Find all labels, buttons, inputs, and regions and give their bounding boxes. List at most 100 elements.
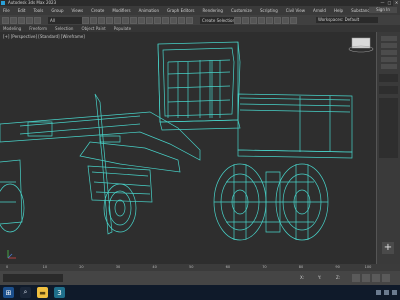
axis-tripod <box>7 250 16 259</box>
timeline-tick: 20 <box>79 265 84 269</box>
next-frame-button[interactable] <box>382 274 390 282</box>
menu-bar: File Edit Tools Group Views Create Modif… <box>0 6 400 15</box>
menu-tools[interactable]: Tools <box>33 8 43 13</box>
hierarchy-tab-icon[interactable] <box>381 50 397 55</box>
timeline-tick: 80 <box>298 265 304 269</box>
menu-arnold[interactable]: Arnold <box>313 8 326 13</box>
timeline-tick: 50 <box>189 265 194 269</box>
motion-tab-icon[interactable] <box>381 57 397 62</box>
object-name-field[interactable] <box>379 74 398 82</box>
window-crossing-icon[interactable] <box>106 16 113 24</box>
select-and-rotate-icon[interactable] <box>122 16 129 24</box>
menu-file[interactable]: File <box>3 8 10 13</box>
notifications-icon[interactable] <box>392 290 397 295</box>
menu-civil-view[interactable]: Civil View <box>286 8 305 13</box>
menu-group[interactable]: Group <box>51 8 63 13</box>
wireframe-grader-model <box>0 37 374 259</box>
modifier-list-dropdown[interactable] <box>379 86 398 94</box>
select-by-name-icon[interactable] <box>90 16 97 24</box>
auto-key-button[interactable] <box>352 274 360 282</box>
material-editor-icon[interactable] <box>266 16 273 24</box>
timeline-tick: 0 <box>6 265 9 269</box>
ribbon-tab-selection[interactable]: Selection <box>55 26 73 31</box>
pivot-center-icon[interactable] <box>154 16 161 24</box>
volume-icon[interactable] <box>384 290 389 295</box>
timeline-tick: 30 <box>115 265 121 269</box>
render-frame-icon[interactable] <box>282 16 289 24</box>
menu-rendering[interactable]: Rendering <box>203 8 223 13</box>
menu-help[interactable]: Help <box>334 8 343 13</box>
percent-snap-icon[interactable] <box>178 16 185 24</box>
snaps-toggle-icon[interactable] <box>162 16 169 24</box>
play-animation-button[interactable] <box>372 274 380 282</box>
3ds-max-app-icon[interactable]: 3 <box>54 287 65 298</box>
ribbon: Modeling Freeform Selection Object Paint… <box>0 25 400 32</box>
app-logo-icon <box>1 1 5 5</box>
main-toolbar: All Create Selection Set Workspaces: Def… <box>0 15 400 25</box>
ribbon-tab-freeform[interactable]: Freeform <box>29 26 47 31</box>
timeline-tick: 70 <box>262 265 267 269</box>
menu-create[interactable]: Create <box>91 8 104 13</box>
undo-icon[interactable] <box>2 16 9 24</box>
workspace-dropdown[interactable]: Workspaces: Default <box>316 17 378 23</box>
modifier-stack[interactable] <box>379 98 398 158</box>
track-bar[interactable]: 0 10 20 30 40 50 60 70 80 90 100 <box>0 264 400 271</box>
select-and-move-icon[interactable] <box>114 16 121 24</box>
file-explorer-icon[interactable]: ▬ <box>37 287 48 298</box>
redo-icon[interactable] <box>10 16 17 24</box>
select-and-scale-icon[interactable] <box>130 16 137 24</box>
command-panel: + <box>377 32 400 264</box>
layer-explorer-icon[interactable] <box>250 16 257 24</box>
menu-graph-editors[interactable]: Graph Editors <box>167 8 194 13</box>
system-tray <box>373 285 397 300</box>
selection-filter-dropdown[interactable]: All <box>48 16 82 24</box>
y-coordinate-label: Y: <box>318 275 322 280</box>
render-icon[interactable] <box>290 16 297 24</box>
render-setup-icon[interactable] <box>274 16 281 24</box>
z-coordinate-label: Z: <box>336 275 341 280</box>
timeline-tick: 10 <box>42 265 48 269</box>
menu-scripting[interactable]: Scripting <box>260 8 278 13</box>
menu-customize[interactable]: Customize <box>231 8 252 13</box>
align-icon[interactable] <box>242 16 249 24</box>
add-keyframe-plus-icon[interactable]: + <box>382 242 394 254</box>
create-tab-icon[interactable] <box>381 36 397 41</box>
select-and-place-icon[interactable] <box>138 16 145 24</box>
menu-animation[interactable]: Animation <box>139 8 159 13</box>
bind-space-warp-icon[interactable] <box>34 16 41 24</box>
viewcube[interactable] <box>348 37 374 53</box>
link-icon[interactable] <box>18 16 25 24</box>
rectangular-selection-icon[interactable] <box>98 16 105 24</box>
modify-tab-icon[interactable] <box>381 43 397 48</box>
display-tab-icon[interactable] <box>381 64 397 69</box>
spinner-snap-icon[interactable] <box>186 16 193 24</box>
named-selection-field[interactable]: Create Selection Set <box>200 16 234 24</box>
perspective-viewport[interactable]: [+] [Perspective] [Standard] [Wireframe] <box>0 32 377 264</box>
angle-snap-icon[interactable] <box>170 16 177 24</box>
unlink-icon[interactable] <box>26 16 33 24</box>
timeline-tick: 40 <box>152 265 157 269</box>
select-object-icon[interactable] <box>82 16 89 24</box>
windows-start-icon[interactable]: ⊞ <box>3 287 14 298</box>
curve-editor-icon[interactable] <box>258 16 265 24</box>
status-bar: X: Y: Z: <box>0 271 400 285</box>
window-title: Autodesk 3ds Max 2023 <box>8 0 57 5</box>
search-icon[interactable]: ⌕ <box>20 287 31 298</box>
maxscript-listener-field[interactable] <box>3 274 63 282</box>
sign-in-button[interactable]: Sign In <box>369 7 397 13</box>
ribbon-tab-object-paint[interactable]: Object Paint <box>81 26 105 31</box>
menu-modifiers[interactable]: Modifiers <box>112 8 130 13</box>
menu-edit[interactable]: Edit <box>18 8 26 13</box>
mirror-icon[interactable] <box>234 16 241 24</box>
x-coordinate-label: X: <box>300 275 305 280</box>
ribbon-tab-populate[interactable]: Populate <box>114 26 131 31</box>
viewport-label[interactable]: [+] [Perspective] [Standard] [Wireframe] <box>3 34 85 39</box>
reference-coordinate-icon[interactable] <box>146 16 153 24</box>
set-key-button[interactable] <box>362 274 370 282</box>
timeline-tick: 90 <box>335 265 340 269</box>
ribbon-tab-modeling[interactable]: Modeling <box>3 26 21 31</box>
os-taskbar: ⊞ ⌕ ▬ 3 <box>0 285 400 300</box>
menu-views[interactable]: Views <box>72 8 84 13</box>
network-icon[interactable] <box>376 290 381 295</box>
timeline-tick: 100 <box>364 265 372 269</box>
